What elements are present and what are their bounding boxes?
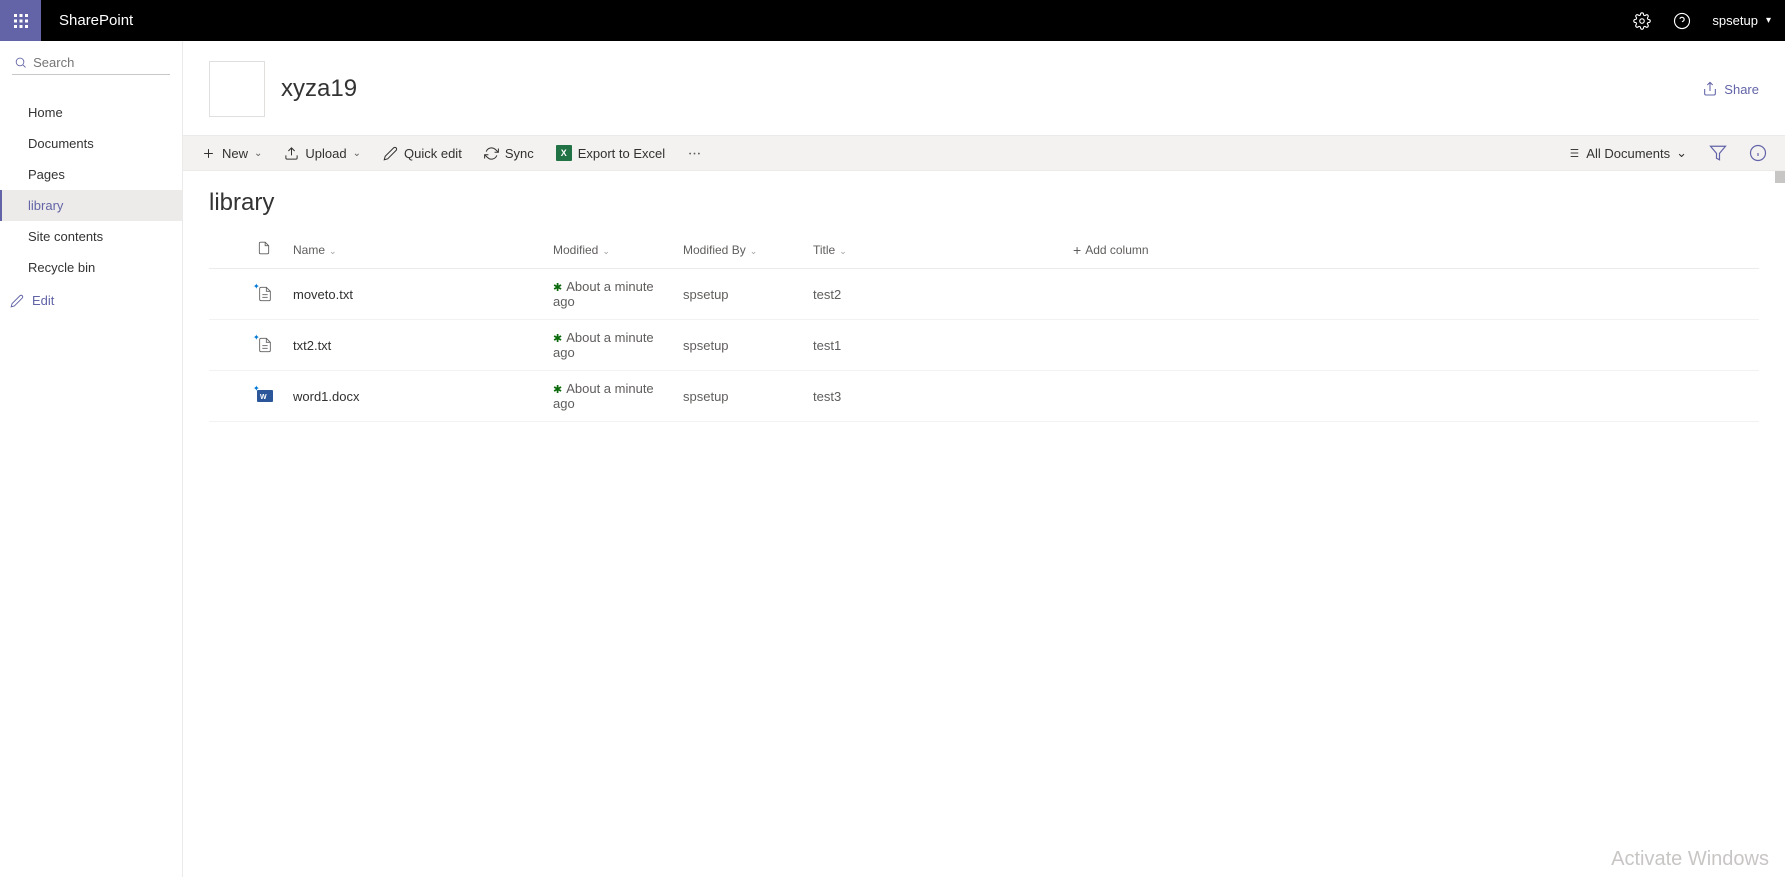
view-selector[interactable]: All Documents ⌄ [1566,145,1687,161]
info-button[interactable] [1749,144,1767,162]
plus-icon [201,146,216,161]
modified-cell: ✱About a minute ago [545,371,675,422]
library-title: library [209,189,1759,217]
cmd-quickedit-label: Quick edit [404,146,462,161]
nav-edit-label: Edit [32,293,54,308]
share-icon [1702,81,1718,97]
modified-by-cell[interactable]: spsetup [675,320,805,371]
content-area: library Name⌄ Modified⌄ Modified By⌄ Tit… [183,171,1785,877]
cmd-upload[interactable]: Upload ⌄ [284,146,361,161]
file-name[interactable]: txt2.txt [293,338,331,353]
col-type[interactable] [249,231,285,269]
excel-icon: X [556,145,572,161]
table-row[interactable]: ✦ txt2.txt ✱About a minute agospsetuptest1 [209,320,1759,371]
nav-pages[interactable]: Pages [0,159,182,190]
waffle-icon [13,13,29,29]
word-file-icon: ✦W [257,388,273,404]
left-nav: Home Documents Pages library Site conten… [0,41,183,877]
title-cell: test3 [805,371,1065,422]
col-select[interactable] [209,231,249,269]
modified-by-cell[interactable]: spsetup [675,269,805,320]
file-table: Name⌄ Modified⌄ Modified By⌄ Title⌄ +Add… [209,231,1759,422]
col-add[interactable]: +Add column [1065,231,1759,269]
file-icon [257,241,271,255]
cmd-upload-label: Upload [305,146,346,161]
pencil-icon [383,146,398,161]
cmd-sync-label: Sync [505,146,534,161]
user-name: spsetup [1712,13,1758,28]
chevron-down-icon: ⌄ [353,148,361,159]
recent-icon: ✱ [553,282,562,294]
modified-by-cell[interactable]: spsetup [675,371,805,422]
brand-label[interactable]: SharePoint [41,12,151,29]
nav-edit[interactable]: Edit [0,283,182,318]
site-header: xyza19 Share [183,41,1785,135]
help-icon [1673,12,1691,30]
recent-icon: ✱ [553,333,562,345]
suite-bar: SharePoint spsetup ▾ [0,0,1785,41]
nav-home[interactable]: Home [0,97,182,128]
command-bar: New ⌄ Upload ⌄ Quick edit Sync X Export … [183,135,1785,171]
recent-icon: ✱ [553,384,562,396]
settings-button[interactable] [1622,0,1662,41]
user-menu[interactable]: spsetup ▾ [1702,13,1785,28]
new-badge-icon: ✦ [253,333,260,342]
search-input[interactable] [33,55,168,70]
app-launcher[interactable] [0,0,41,41]
cmd-new-label: New [222,146,248,161]
upload-icon [284,146,299,161]
help-button[interactable] [1662,0,1702,41]
svg-text:W: W [260,394,267,401]
list-icon [1566,146,1580,160]
modified-cell: ✱About a minute ago [545,269,675,320]
search-box[interactable] [12,51,170,75]
scroll-indicator[interactable] [1775,171,1785,183]
table-row[interactable]: ✦ moveto.txt ✱About a minute agospsetuptes… [209,269,1759,320]
cmd-sync[interactable]: Sync [484,146,534,161]
search-icon [14,55,27,70]
nav-recycle-bin[interactable]: Recycle bin [0,252,182,283]
text-file-icon: ✦ [257,337,273,353]
col-name[interactable]: Name⌄ [285,231,545,269]
file-name[interactable]: moveto.txt [293,287,353,302]
nav-site-contents[interactable]: Site contents [0,221,182,252]
text-file-icon: ✦ [257,286,273,302]
cmd-export-excel[interactable]: X Export to Excel [556,145,665,161]
nav-documents[interactable]: Documents [0,128,182,159]
new-badge-icon: ✦ [253,282,260,291]
cmd-export-label: Export to Excel [578,146,665,161]
chevron-down-icon: ⌄ [1676,145,1687,161]
share-label: Share [1724,82,1759,97]
more-icon [687,146,702,161]
table-row[interactable]: ✦Wword1.docx✱About a minute agospsetupte… [209,371,1759,422]
col-title[interactable]: Title⌄ [805,231,1065,269]
share-button[interactable]: Share [1702,81,1759,97]
cmd-quick-edit[interactable]: Quick edit [383,146,462,161]
title-cell: test1 [805,320,1065,371]
site-title[interactable]: xyza19 [281,75,357,103]
gear-icon [1633,12,1651,30]
pencil-icon [10,294,24,308]
title-cell: test2 [805,269,1065,320]
main: xyza19 Share New ⌄ Upload ⌄ Quick edit [183,41,1785,877]
nav-library[interactable]: library [0,190,182,221]
site-logo[interactable] [209,61,265,117]
file-name[interactable]: word1.docx [293,389,359,404]
view-label: All Documents [1586,146,1670,161]
new-badge-icon: ✦ [253,384,260,393]
sync-icon [484,146,499,161]
cmd-more[interactable] [687,146,702,161]
chevron-down-icon: ⌄ [254,148,262,159]
col-modified[interactable]: Modified⌄ [545,231,675,269]
filter-button[interactable] [1709,144,1727,162]
caret-down-icon: ▾ [1766,15,1771,26]
modified-cell: ✱About a minute ago [545,320,675,371]
info-icon [1749,144,1767,162]
col-modified-by[interactable]: Modified By⌄ [675,231,805,269]
cmd-new[interactable]: New ⌄ [201,146,262,161]
filter-icon [1709,144,1727,162]
